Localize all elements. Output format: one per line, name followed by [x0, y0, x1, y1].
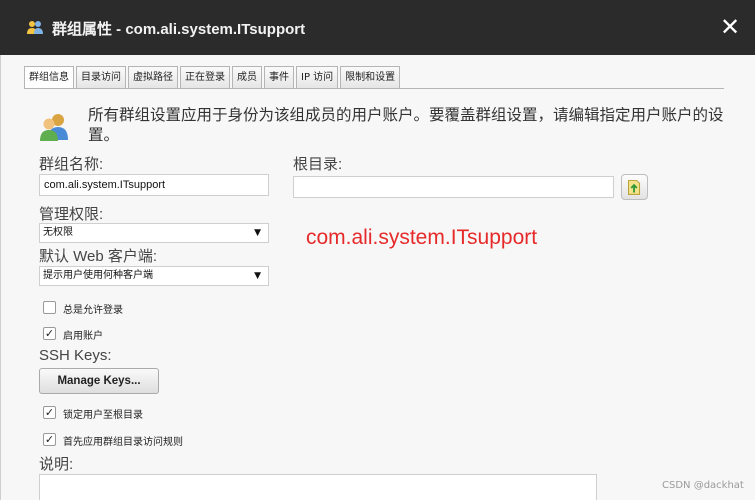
tab-events[interactable]: 事件 — [264, 66, 294, 88]
group-name-input[interactable]: com.ali.system.ITsupport — [39, 174, 269, 196]
folder-browse-button[interactable] — [621, 174, 648, 200]
tab-bar: 群组信息 目录访问 虚拟路径 正在登录 成员 事件 IP 访问 限制和设置 — [24, 66, 402, 89]
admin-rights-select[interactable]: 无权限 ▼ — [39, 223, 269, 243]
description-text: 所有群组设置应用于身份为该组成员的用户账户。要覆盖群组设置，请编辑指定用户账户的… — [88, 106, 724, 144]
default-web-client-value: 提示用户使用何种客户端 — [43, 270, 153, 281]
root-dir-input[interactable] — [293, 176, 614, 198]
chevron-down-icon: ▼ — [254, 271, 261, 281]
lock-root-label: 锁定用户至根目录 — [63, 410, 143, 421]
overlay-annotation: com.ali.system.ITsupport — [306, 226, 538, 249]
group-icon — [27, 21, 43, 34]
tab-divider — [24, 88, 724, 89]
window-title: 群组属性 - com.ali.system.ITsupport — [52, 21, 306, 38]
chevron-down-icon: ▼ — [254, 228, 261, 238]
default-web-client-select[interactable]: 提示用户使用何种客户端 ▼ — [39, 266, 269, 286]
apply-group-rules-checkbox[interactable]: ✓ — [43, 433, 56, 446]
tab-logging-in[interactable]: 正在登录 — [180, 66, 230, 88]
notes-label: 说明: — [39, 456, 74, 473]
enable-account-checkbox[interactable]: ✓ — [43, 327, 56, 340]
close-icon[interactable]: ✕ — [718, 14, 742, 40]
tab-members[interactable]: 成员 — [232, 66, 262, 88]
tab-limits-settings[interactable]: 限制和设置 — [340, 66, 401, 88]
group-name-label: 群组名称: — [39, 156, 104, 173]
lock-root-checkbox[interactable]: ✓ — [43, 406, 56, 419]
tab-ip-access[interactable]: IP 访问 — [296, 66, 339, 88]
watermark: CSDN @dackhat — [662, 480, 744, 491]
admin-rights-value: 无权限 — [43, 227, 73, 238]
tab-virtual-path[interactable]: 虚拟路径 — [128, 66, 178, 88]
folder-browse-icon — [628, 180, 641, 195]
default-web-client-label: 默认 Web 客户端: — [39, 248, 158, 265]
notes-textarea[interactable] — [39, 474, 597, 500]
manage-keys-button[interactable]: Manage Keys... — [39, 368, 159, 394]
users-icon — [40, 114, 68, 141]
admin-rights-label: 管理权限: — [39, 206, 104, 223]
enable-account-label: 启用账户 — [63, 331, 103, 342]
tab-directory-access[interactable]: 目录访问 — [76, 66, 126, 88]
apply-group-rules-label: 首先应用群组目录访问规则 — [63, 437, 183, 448]
always-allow-login-label: 总是允许登录 — [63, 305, 123, 316]
always-allow-login-checkbox[interactable] — [43, 301, 56, 314]
title-bar: 群组属性 - com.ali.system.ITsupport ✕ — [0, 0, 755, 55]
root-dir-label: 根目录: — [293, 156, 343, 173]
ssh-keys-label: SSH Keys: — [39, 347, 112, 364]
tab-group-info[interactable]: 群组信息 — [24, 66, 74, 89]
